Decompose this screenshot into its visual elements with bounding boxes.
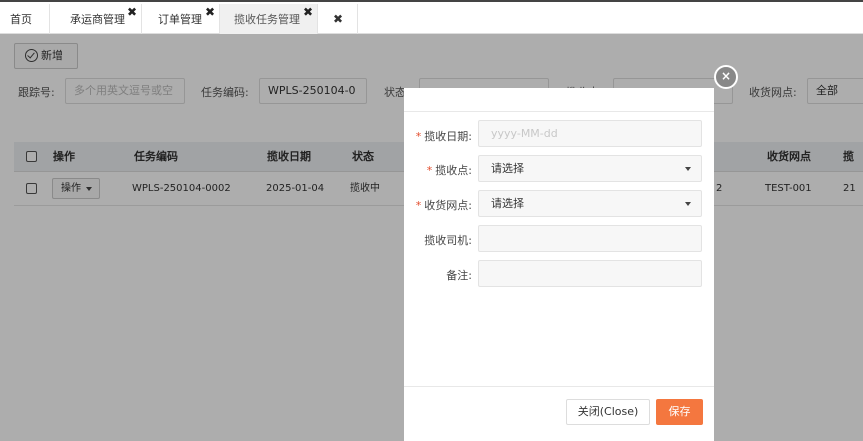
pickup-point-label: * 揽收点: xyxy=(426,164,472,177)
pickup-point-select[interactable]: 请选择 xyxy=(478,155,702,182)
required-mark: * xyxy=(415,130,422,143)
pickup-driver-label: 揽收司机: xyxy=(424,234,472,247)
close-button[interactable]: 关闭(Close) xyxy=(566,399,650,425)
caret-down-icon xyxy=(685,167,691,171)
tab-home[interactable]: 首页 xyxy=(0,4,50,35)
receive-outlet-value: 请选择 xyxy=(491,197,524,210)
tab-label: 订单管理 xyxy=(158,13,202,26)
close-icon[interactable]: ✖ xyxy=(205,0,215,28)
tab-label: 揽收任务管理 xyxy=(234,13,300,26)
close-all-tabs-button[interactable]: ✖ xyxy=(318,4,358,35)
tab-label: 承运商管理 xyxy=(70,13,125,26)
pickup-date-input[interactable]: yyyy-MM-dd xyxy=(478,120,702,147)
close-icon[interactable]: × xyxy=(714,65,738,89)
caret-down-icon xyxy=(685,202,691,206)
dialog-footer: 关闭(Close) 保存 xyxy=(404,386,714,441)
required-mark: * xyxy=(426,164,433,177)
close-icon[interactable]: ✖ xyxy=(303,0,313,28)
close-icon: ✖ xyxy=(333,12,344,26)
tab-label: 首页 xyxy=(10,13,32,26)
receive-outlet-select[interactable]: 请选择 xyxy=(478,190,702,217)
save-button[interactable]: 保存 xyxy=(656,399,703,425)
remark-label: 备注: xyxy=(446,269,472,282)
tab-order-management[interactable]: 订单管理 ✖ xyxy=(142,4,220,35)
pickup-date-label: * 揽收日期: xyxy=(415,130,472,143)
close-icon[interactable]: ✖ xyxy=(127,0,137,28)
add-pickup-task-dialog: * 揽收日期: yyyy-MM-dd * 揽收点: 请选择 * 收货网点: 请选择 揽… xyxy=(404,88,714,441)
tab-pickup-task-management[interactable]: 揽收任务管理 ✖ xyxy=(220,4,318,35)
pickup-point-value: 请选择 xyxy=(491,162,524,175)
dialog-header xyxy=(404,88,714,112)
tab-carrier-management[interactable]: 承运商管理 ✖ xyxy=(50,4,142,35)
receive-outlet-label: * 收货网点: xyxy=(415,199,472,212)
required-mark: * xyxy=(415,199,422,212)
tab-bar: 首页 承运商管理 ✖ 订单管理 ✖ 揽收任务管理 ✖ ✖ xyxy=(0,0,863,35)
remark-input[interactable] xyxy=(478,260,702,287)
pickup-driver-input[interactable] xyxy=(478,225,702,252)
